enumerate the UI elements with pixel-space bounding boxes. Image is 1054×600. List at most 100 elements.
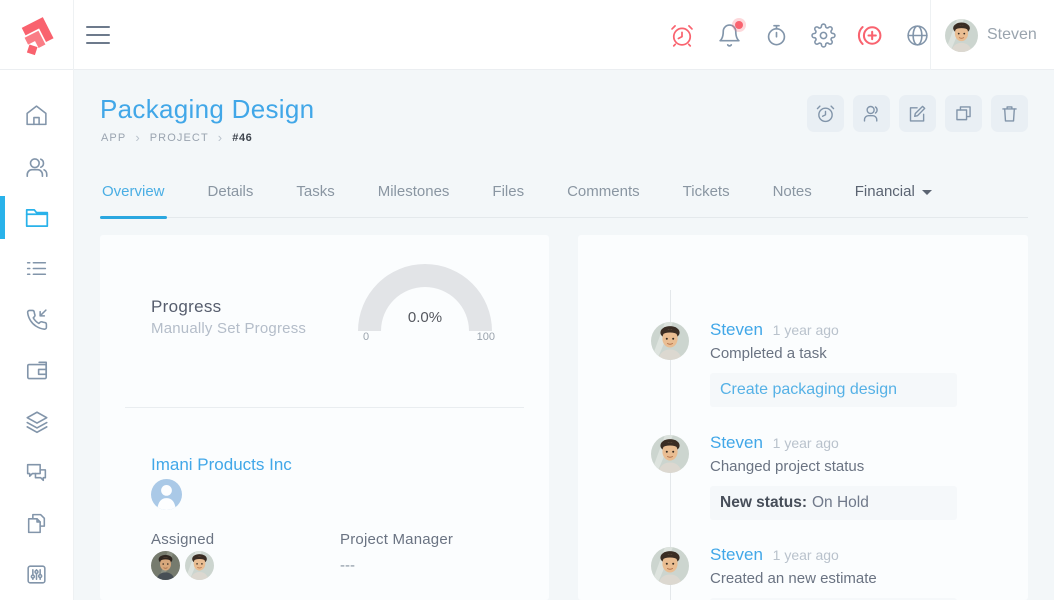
reminder-button[interactable] [807,95,844,132]
user-menu[interactable]: Steven [930,0,1054,70]
top-navbar: Steven [0,0,1054,70]
chat-bubbles-icon [26,463,47,482]
duplicate-button[interactable] [945,95,982,132]
home-icon [26,105,47,126]
activity-user[interactable]: Steven [710,320,763,339]
folder-icon [25,208,48,227]
gauge-max-label: 100 [476,331,495,343]
chevron-right-icon: › [217,130,224,145]
sidebar-nav [0,70,74,600]
status-label: New status: [720,494,807,511]
gauge-min-label: 0 [363,331,370,343]
app-logo[interactable] [0,0,74,70]
sidebar-item-calls[interactable] [0,294,74,345]
activity-item: Steven 1 year ago Changed project status… [578,433,1028,520]
tab-files[interactable]: Files [490,183,526,217]
project-tabs: Overview Details Tasks Milestones Files … [100,183,1028,219]
sidebar-item-items[interactable] [0,396,74,447]
sidebar-item-messages[interactable] [0,447,74,498]
assigned-label: Assigned [151,531,215,548]
settings-gear-icon[interactable] [810,22,836,48]
activity-action: Changed project status [710,458,865,475]
tab-financial-label: Financial [854,183,915,200]
tab-details[interactable]: Details [206,183,256,217]
tab-tasks[interactable]: Tasks [294,183,336,217]
tab-overview[interactable]: Overview [100,183,167,219]
quick-add-icon[interactable] [857,22,883,48]
reminder-alarm-icon [816,105,835,123]
sidebar-item-projects[interactable] [0,192,74,243]
activity-avatar[interactable] [651,435,689,473]
progress-subheading: Manually Set Progress [151,320,307,337]
brand-logo-icon [21,17,54,56]
progress-gauge: 0.0% 0 100 [355,261,495,347]
tab-milestones[interactable]: Milestones [376,183,452,217]
tab-comments[interactable]: Comments [565,183,642,217]
sidebar-item-home[interactable] [0,90,74,141]
user-name: Steven [987,26,1037,43]
delete-button[interactable] [991,95,1028,132]
activity-action: Completed a task [710,345,827,362]
company-link[interactable]: Imani Products Inc [151,455,292,475]
sidebar-item-utilities[interactable] [0,549,74,600]
assign-user-button[interactable] [853,95,890,132]
layers-icon [25,410,48,433]
company-avatar[interactable] [151,479,182,510]
project-summary-card: Progress Manually Set Progress 0.0% 0 10… [100,235,549,600]
delete-trash-icon [1002,106,1017,122]
edit-icon [909,105,926,122]
sliders-icon [27,565,46,584]
activity-detail-box: New status: On Hold [710,486,957,520]
phone-incoming-icon [26,309,48,330]
activity-item: Steven 1 year ago Completed a task Creat… [578,320,1028,407]
activity-user[interactable]: Steven [710,433,763,452]
list-icon [26,261,47,276]
page-action-toolbar [807,95,1028,132]
activity-item: Steven 1 year ago Created an new estimat… [578,545,1028,600]
assign-user-icon [863,105,878,122]
assigned-avatar[interactable] [151,551,180,580]
notifications-bell-icon[interactable] [716,21,743,48]
activity-avatar[interactable] [651,547,689,585]
timer-icon[interactable] [763,22,789,48]
activity-action: Created an new estimate [710,570,877,587]
page-title: Packaging Design [100,94,315,124]
menu-toggle-button[interactable] [86,25,112,45]
task-link[interactable]: Create packaging design [720,381,897,399]
activity-card: Steven 1 year ago Completed a task Creat… [578,235,1028,600]
divider [125,407,524,408]
breadcrumb-project[interactable]: PROJECT [150,132,209,144]
activity-detail-box: Create packaging design [710,373,957,407]
user-avatar [945,18,978,52]
chevron-down-icon [921,190,932,195]
tab-notes[interactable]: Notes [771,183,814,217]
sidebar-item-contacts[interactable] [0,141,74,192]
project-manager-value: --- [340,557,355,574]
edit-button[interactable] [899,95,936,132]
status-value: On Hold [812,494,869,511]
assigned-avatar[interactable] [185,551,214,580]
chevron-right-icon: › [135,130,141,145]
sidebar-item-tasks[interactable] [0,243,74,294]
documents-icon [27,513,46,534]
tab-financial[interactable]: Financial [853,183,934,217]
activity-avatar[interactable] [651,322,689,360]
duplicate-icon [956,106,971,121]
main-content: Packaging Design APP › PROJECT › #46 Ove… [74,70,1054,600]
project-manager-label: Project Manager [340,531,454,548]
assigned-avatars [151,551,214,580]
activity-user[interactable]: Steven [710,545,763,564]
gauge-value: 0.0% [407,309,443,326]
sidebar-item-documents[interactable] [0,498,74,549]
tab-tickets[interactable]: Tickets [681,183,732,217]
sidebar-item-billing[interactable] [0,345,74,396]
topbar-icon-group [669,0,930,70]
breadcrumb-app[interactable]: APP [101,132,126,144]
activity-time: 1 year ago [772,435,839,451]
wallet-icon [26,361,47,379]
breadcrumb: APP › PROJECT › #46 [101,131,252,144]
gauge-arc [358,264,492,331]
alarm-icon[interactable] [669,22,695,48]
language-globe-icon[interactable] [904,22,930,48]
activity-time: 1 year ago [772,547,839,563]
